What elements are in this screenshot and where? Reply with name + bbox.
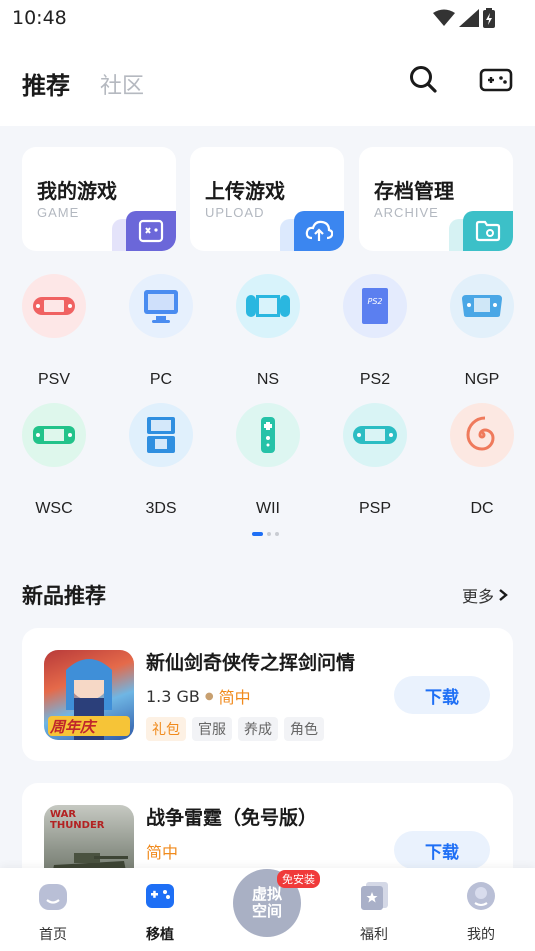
platform-label: WII [256, 500, 280, 517]
card-subtitle: ARCHIVE [374, 205, 439, 220]
cloud-upload-icon [294, 211, 344, 251]
game-language: 简中 [146, 843, 179, 862]
card-subtitle: UPLOAD [205, 205, 265, 220]
welfare-icon [361, 882, 388, 910]
platform-label: PC [149, 371, 173, 388]
dreamcast-swirl-icon [450, 403, 514, 467]
platform-psv[interactable]: PSV [14, 274, 94, 389]
nav-welfare[interactable]: 福利 [344, 880, 404, 944]
platform-3ds[interactable]: 3DS [121, 403, 201, 518]
chevron-right-icon [499, 589, 508, 601]
platform-label: WSC [35, 500, 73, 517]
nav-home[interactable]: 首页 [23, 880, 83, 944]
card-title: 我的游戏 [37, 179, 117, 203]
folder-icon [463, 211, 513, 251]
home-icon [39, 884, 67, 910]
tab-recommend[interactable]: 推荐 [22, 66, 70, 101]
wsc-icon [22, 403, 86, 467]
platform-pc[interactable]: PC [121, 274, 201, 389]
platform-label: 3DS [145, 500, 177, 517]
platform-psp[interactable]: PSP [335, 403, 415, 518]
platform-ps2[interactable]: PS2 PS2 [335, 274, 415, 389]
ps2-icon: PS2 [343, 274, 407, 338]
monitor-icon [129, 274, 193, 338]
search-icon[interactable] [408, 64, 438, 94]
install-free-badge: 免安装 [277, 870, 320, 888]
psp-icon [343, 403, 407, 467]
game-size: 1.3 GB [146, 686, 200, 706]
gamepad-icon[interactable] [479, 66, 513, 94]
tab-community[interactable]: 社区 [100, 68, 144, 100]
archive-manage-card[interactable]: 存档管理 ARCHIVE [359, 147, 513, 251]
platform-dc[interactable]: DC [442, 403, 522, 518]
page-dot [267, 532, 271, 536]
thumbnail-caption: WAR THUNDER [50, 809, 105, 831]
game-title: 新仙剑奇侠传之挥剑问情 [146, 652, 356, 674]
page-dot [275, 532, 279, 536]
switch-icon [236, 274, 300, 338]
wii-remote-icon [236, 403, 300, 467]
nav-mine[interactable]: 我的 [451, 880, 511, 944]
nav-label: 移植 [146, 927, 174, 943]
game-card[interactable]: 周年庆 新仙剑奇侠传之挥剑问情 1.3 GB ● 简中 礼包 官服 养成 角色 … [22, 628, 513, 761]
nav-label: 我的 [467, 927, 495, 943]
page-indicator [252, 532, 279, 536]
thumbnail-caption: 周年庆 [50, 718, 96, 736]
page-dot [252, 532, 263, 536]
platform-label: PSV [37, 371, 70, 388]
battery-icon [483, 8, 495, 28]
game-title: 战争雷霆（免号版） [146, 807, 318, 829]
profile-icon [467, 882, 495, 910]
nav-label: 福利 [360, 927, 388, 943]
nav-port[interactable]: 移植 [130, 880, 190, 944]
platform-label: NGP [464, 371, 500, 388]
platform-label: PSP [358, 500, 391, 517]
card-title: 上传游戏 [205, 179, 285, 203]
more-label: 更多 [462, 587, 495, 606]
ngp-icon [450, 274, 514, 338]
section-title: 新品推荐 [22, 584, 106, 608]
card-title: 存档管理 [374, 179, 454, 203]
tag-gift: 礼包 [146, 717, 186, 741]
meta-separator: ● [204, 690, 214, 702]
3ds-icon [129, 403, 193, 467]
platform-wsc[interactable]: WSC [14, 403, 94, 518]
game-meta: 1.3 GB ● 简中 [146, 684, 251, 708]
download-button[interactable]: 下载 [394, 831, 490, 869]
top-header: 推荐 社区 [0, 40, 535, 126]
tag-role: 角色 [284, 717, 324, 741]
game-language: 简中 [218, 688, 251, 707]
status-time: 10:48 [12, 7, 67, 29]
svg-text:PS2: PS2 [368, 297, 383, 306]
status-icons [433, 8, 495, 28]
platform-label: PS2 [359, 371, 391, 388]
tag-nurture: 养成 [238, 717, 278, 741]
nav-label: 首页 [39, 927, 67, 943]
game-thumbnail: 周年庆 [44, 650, 134, 740]
tag-official: 官服 [192, 717, 232, 741]
upload-game-card[interactable]: 上传游戏 UPLOAD [190, 147, 344, 251]
psv-icon [22, 274, 86, 338]
platform-wii[interactable]: WII [228, 403, 308, 518]
status-bar: 10:48 [0, 0, 535, 40]
wifi-icon [433, 9, 455, 26]
game-tags: 礼包 官服 养成 角色 [146, 717, 324, 741]
port-icon [146, 884, 174, 908]
card-subtitle: GAME [37, 205, 80, 220]
platform-ns[interactable]: NS [228, 274, 308, 389]
signal-icon [459, 9, 479, 27]
platform-label: DC [470, 500, 494, 517]
center-label-line2: 空间 [251, 902, 282, 920]
my-games-card[interactable]: 我的游戏 GAME [22, 147, 176, 251]
download-button[interactable]: 下载 [394, 676, 490, 714]
platform-ngp[interactable]: NGP [442, 274, 522, 389]
center-label-line1: 虚拟 [251, 885, 282, 903]
platform-label: NS [256, 371, 280, 388]
game-meta: 简中 [146, 839, 178, 863]
more-link[interactable]: 更多 [462, 583, 508, 607]
game-card-icon [126, 211, 176, 251]
